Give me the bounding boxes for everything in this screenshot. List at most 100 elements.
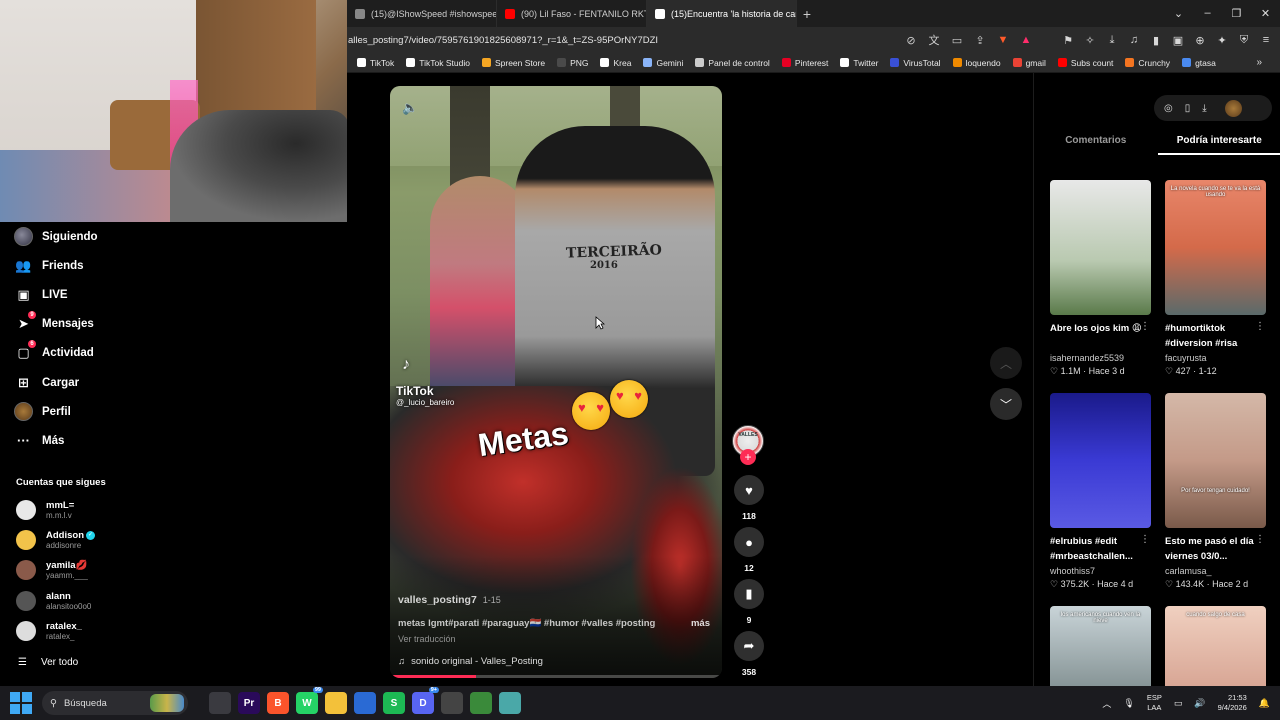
premiere-icon[interactable]: Pr [238,692,260,714]
phone-icon[interactable]: ▯ [1185,103,1191,114]
card-author[interactable]: carlamusa_ [1165,566,1267,576]
leo-icon[interactable]: ✦ [1216,34,1228,47]
whatsapp-icon[interactable]: W 99 [296,687,323,714]
sidebar-item-cargar[interactable]: ⊞ Cargar [14,373,79,392]
cast-icon[interactable]: ▭ [951,34,963,47]
download-video-icon[interactable]: ⤓ [1202,103,1206,114]
puzzle-icon[interactable]: ✧ [1084,34,1096,47]
network-icon[interactable]: ▭ [1174,698,1183,709]
task-view-icon[interactable] [209,692,231,714]
download-icon[interactable]: ⤓ [1106,34,1118,47]
card-options-icon[interactable]: ⋮ [1255,321,1265,332]
tab-suggestions[interactable]: Podría interesarte [1157,133,1280,155]
bookmark-tiktok-studio[interactable]: TikTok Studio [406,58,470,68]
tab-search-icon[interactable]: ⌄ [1164,7,1193,20]
sidebar-item-friends[interactable]: 👥 Friends [14,256,83,275]
translate-link[interactable]: Ver traducción [398,634,456,644]
bookmark-pinterest[interactable]: Pinterest [781,58,828,68]
followed-account[interactable]: ratalex_ ratalex_ [16,621,82,641]
caption-more-button[interactable]: más [691,618,710,629]
bookmark-loquendo[interactable]: loquendo [952,58,1001,68]
followed-account[interactable]: alann alansitoo0o0 [16,591,91,611]
compass-icon[interactable]: ◎ [1164,103,1173,114]
browser-tab[interactable]: (15)Encuentra 'la historia de camila' e✕ [647,0,797,27]
brave-shields-icon[interactable]: ▼ [997,34,1009,46]
card-author[interactable]: facuyrusta [1165,353,1267,363]
music-icon[interactable]: ♫ [1128,34,1140,46]
bookmarks-overflow-icon[interactable]: » [1256,57,1280,68]
taskbar-search[interactable]: ⚲ Búsqueda [42,691,188,715]
followed-account[interactable]: Addison ✓ addisonre [16,530,95,550]
language-indicator[interactable]: ESP LAA [1147,693,1162,713]
sidebar-item-perfil[interactable]: Perfil [14,402,71,421]
notepad-icon[interactable] [499,692,521,714]
brave-rewards-icon[interactable]: ▲ [1020,34,1032,46]
follow-plus-icon[interactable]: + [740,449,756,465]
suggested-video-card[interactable]: Por favor tengan cuidado! Esto me pasó el… [1165,393,1267,590]
browser-tab[interactable]: (90) Lil Faso - FENTANILO RKT - YouT✕ [497,0,647,27]
minimize-icon[interactable]: – [1193,7,1222,20]
brave-icon[interactable]: B [267,692,289,714]
video-thumbnail[interactable]: Por favor tengan cuidado! [1165,393,1266,528]
bookmark-gemini[interactable]: Gemini [643,58,683,68]
card-author[interactable]: whoothiss7 [1050,566,1152,576]
menu-icon[interactable]: ≡ [1260,34,1272,46]
steam-icon[interactable] [441,692,463,714]
microphone-icon[interactable]: 🎙 [1123,698,1134,709]
bookmark-subs-count[interactable]: Subs count [1057,58,1113,68]
video-progress-bar[interactable] [390,675,722,678]
spotify-icon[interactable]: S [383,692,405,714]
url-field[interactable]: alles_posting7/video/7595761901825608971… [347,35,905,46]
suggested-video-card[interactable]: #elrubius #edit #mrbeastchallen... ⋮ whoot… [1050,393,1152,590]
comment-button[interactable]: ● [734,527,764,557]
wallet-icon[interactable]: ▣ [1172,34,1184,47]
sidebar-item-siguiendo[interactable]: Siguiendo [14,227,98,246]
bookmark-tiktok[interactable]: TikTok [357,58,394,68]
sidebar-item-más[interactable]: ··· Más [14,431,64,450]
vpn-icon[interactable]: ⊕ [1194,34,1206,47]
discord-icon[interactable]: D 9+ [412,687,439,714]
minecraft-icon[interactable] [470,692,492,714]
followed-account[interactable]: yamila💋 yaamm.___ [16,560,88,580]
extension-icon[interactable]: ⚑ [1062,34,1074,47]
new-tab-button[interactable]: + [797,6,817,22]
video-thumbnail[interactable]: La novela cuando se te va la está usando [1165,180,1266,315]
close-window-icon[interactable]: ✕ [1251,7,1280,20]
save-button[interactable]: ▮ [734,579,764,609]
share-button[interactable]: ➦ [734,631,764,661]
shield-icon[interactable]: ⛨ [1238,34,1250,47]
volume-tray-icon[interactable]: 🔊 [1194,698,1205,709]
sidebar-item-actividad[interactable]: ▢ 6 Actividad [14,340,94,362]
translate-icon[interactable]: 文 [928,32,940,48]
card-author[interactable]: isahernandez5539 [1050,353,1152,363]
sidebar-item-mensajes[interactable]: ➤ 9 Mensajes [14,311,94,333]
video-author[interactable]: valles_posting7 1-15 [398,594,501,606]
sidebar-icon[interactable]: ▮ [1150,34,1162,47]
see-all-link[interactable]: ☰ Ver todo [18,657,78,668]
no-tracking-icon[interactable]: ⊘ [905,34,917,47]
bookmark-gmail[interactable]: gmail [1012,58,1046,68]
store-icon[interactable] [354,692,376,714]
card-options-icon[interactable]: ⋮ [1140,321,1150,332]
bookmark-virustotal[interactable]: VirusTotal [890,58,941,68]
next-video-button[interactable]: ﹀ [990,388,1022,420]
browser-tab[interactable]: (15)@IShowSpeed #ishowspeed #ba✕ [347,0,497,27]
bookmark-twitter[interactable]: Twitter [840,58,878,68]
video-thumbnail[interactable] [1050,393,1151,528]
like-button[interactable]: ♥ [734,475,764,505]
tab-comments[interactable]: Comentarios [1034,133,1158,155]
file-explorer-icon[interactable] [325,692,347,714]
user-avatar[interactable] [1224,99,1242,117]
suggested-video-card[interactable]: Abre los ojos kim 😩 ⋮ isahernandez5539 ♡ 1.… [1050,180,1152,377]
bookmark-spreen-store[interactable]: Spreen Store [481,58,545,68]
tray-overflow-icon[interactable]: ︿ [1102,697,1111,710]
bookmark-crunchy[interactable]: Crunchy [1125,58,1170,68]
notifications-icon[interactable]: 🔔 [1259,698,1270,709]
bookmark-gtasa[interactable]: gtasa [1182,58,1216,68]
video-player[interactable]: TERCEIRÃO 2016 🔈 ♪ TikTok @_lucio_bareir… [390,86,722,678]
maximize-icon[interactable]: ❐ [1222,7,1251,20]
bookmark-png[interactable]: PNG [557,58,588,68]
previous-video-button[interactable]: ︿ [990,347,1022,379]
sound-link[interactable]: ♫ sonido original - Valles_Posting [398,656,543,667]
share-icon[interactable]: ⇪ [974,34,986,47]
